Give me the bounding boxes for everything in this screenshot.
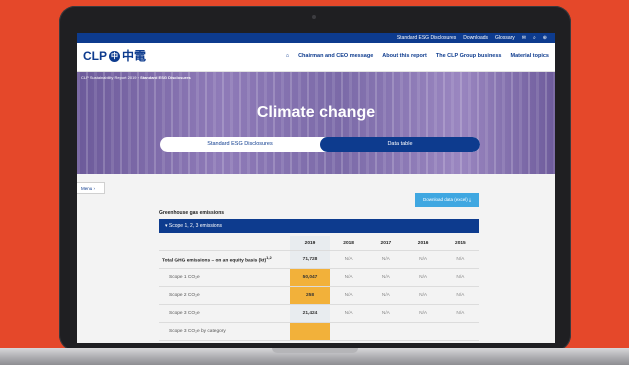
cell-value: [290, 322, 330, 341]
cell-value: N/A: [367, 268, 405, 287]
nav-link-about[interactable]: About this report: [382, 53, 427, 59]
home-icon[interactable]: ⌂: [286, 53, 289, 59]
cell-value: 71,728: [290, 250, 330, 269]
row-label: Total GHG emissions – on an equity basis…: [159, 250, 290, 269]
cell-value: N/A: [330, 304, 368, 323]
logo-text: CLP: [83, 49, 107, 63]
cell-value: N/A: [330, 286, 368, 305]
row-label: Scope 3 CO₂e by category: [159, 322, 290, 341]
utility-link-esg[interactable]: Standard ESG Disclosures: [397, 34, 456, 42]
download-button[interactable]: Download data (excel) ⤓: [415, 193, 479, 207]
header-year: 2017: [367, 236, 405, 251]
table-row: Scope 3 CO₂e by category: [159, 322, 479, 341]
download-icon: ⤓: [469, 197, 472, 202]
cell-value: [367, 322, 405, 341]
download-label: Download data (excel): [422, 197, 468, 202]
cell-value: N/A: [404, 268, 442, 287]
cell-value: [330, 322, 368, 341]
row-label: Scope 2 CO₂e: [159, 286, 290, 305]
main-nav: CLP 中 中電 ⌂ Chairman and CEO message Abou…: [77, 43, 555, 72]
header-year: 2016: [404, 236, 442, 251]
browser-screen: Standard ESG Disclosures Downloads Gloss…: [77, 33, 555, 343]
chevron-down-icon: ▾: [165, 223, 168, 229]
search-icon[interactable]: ⌕: [533, 34, 536, 42]
row-label: Scope 3 CO₂e: [159, 304, 290, 323]
row-footnote[interactable]: 1,2: [266, 255, 272, 260]
camera-dot: [312, 15, 316, 19]
hero-banner: CLP Sustainability Report 2019 › Standar…: [77, 72, 555, 174]
globe-icon[interactable]: ⊕: [543, 34, 547, 42]
cell-value: 258: [290, 286, 330, 305]
header-year: 2015: [441, 236, 479, 251]
cell-value: N/A: [404, 304, 442, 323]
nav-link-business[interactable]: The CLP Group business: [436, 53, 502, 59]
cell-value: N/A: [330, 268, 368, 287]
cell-value: N/A: [441, 268, 479, 287]
cell-value: N/A: [330, 250, 368, 269]
mail-icon[interactable]: ✉: [522, 34, 526, 42]
utility-link-glossary[interactable]: Glossary: [495, 34, 515, 42]
header-year: 2018: [330, 236, 368, 251]
row-label-text: Total GHG emissions – on an equity basis…: [162, 258, 267, 264]
tab-switcher: Standard ESG Disclosures Data table: [160, 137, 480, 152]
menu-button[interactable]: Menu ›: [77, 182, 105, 194]
chevron-right-icon: ›: [93, 186, 96, 191]
table-header: 2019 2018 2017 2016 2015: [159, 236, 479, 251]
utility-link-downloads[interactable]: Downloads: [463, 34, 488, 42]
clp-logo[interactable]: CLP 中 中電: [83, 50, 146, 63]
cell-value: N/A: [441, 304, 479, 323]
table-row: Scope 2 CO₂e 258 N/A N/A N/A N/A: [159, 286, 479, 305]
row-label: Scope 1 CO₂e: [159, 268, 290, 287]
emissions-table: 2019 2018 2017 2016 2015 Total GHG emiss…: [159, 236, 479, 341]
cell-value: N/A: [441, 286, 479, 305]
cell-value: N/A: [367, 286, 405, 305]
menu-label: Menu: [81, 186, 93, 191]
logo-cn: 中電: [122, 49, 147, 63]
section-title: Greenhouse gas emissions: [159, 210, 225, 216]
page-title: Climate change: [256, 104, 376, 121]
table-row: Scope 1 CO₂e 50,047 N/A N/A N/A N/A: [159, 268, 479, 287]
cell-value: 21,424: [290, 304, 330, 323]
scope-label: Scope 1, 2, 3 emissions: [168, 223, 222, 229]
logo-mark: 中: [109, 51, 120, 62]
header-label-spacer: [159, 236, 290, 251]
table-row: Scope 3 CO₂e 21,424 N/A N/A N/A N/A: [159, 304, 479, 323]
breadcrumb-root[interactable]: CLP Sustainability Report 2019: [81, 75, 137, 80]
scope-accordion[interactable]: ▾ Scope 1, 2, 3 emissions: [159, 219, 479, 233]
breadcrumb: CLP Sustainability Report 2019 › Standar…: [81, 75, 191, 80]
main-content: Menu › Download data (excel) ⤓ Greenhous…: [77, 174, 555, 343]
nav-link-chairman[interactable]: Chairman and CEO message: [298, 53, 373, 59]
header-year: 2019: [290, 236, 330, 251]
cell-value: N/A: [441, 250, 479, 269]
utility-bar: Standard ESG Disclosures Downloads Gloss…: [77, 33, 555, 43]
table-row: Total GHG emissions – on an equity basis…: [159, 250, 479, 269]
cell-value: N/A: [367, 250, 405, 269]
cell-value: 50,047: [290, 268, 330, 287]
nav-link-material[interactable]: Material topics: [510, 53, 549, 59]
tab-esg-disclosures[interactable]: Standard ESG Disclosures: [160, 137, 320, 152]
tab-data-table[interactable]: Data table: [320, 137, 480, 152]
breadcrumb-current: Standard ESG Disclosures: [140, 75, 191, 80]
cell-value: N/A: [404, 250, 442, 269]
cell-value: N/A: [404, 286, 442, 305]
cell-value: [404, 322, 442, 341]
cell-value: N/A: [367, 304, 405, 323]
cell-value: [441, 322, 479, 341]
laptop-notch: [272, 348, 358, 353]
